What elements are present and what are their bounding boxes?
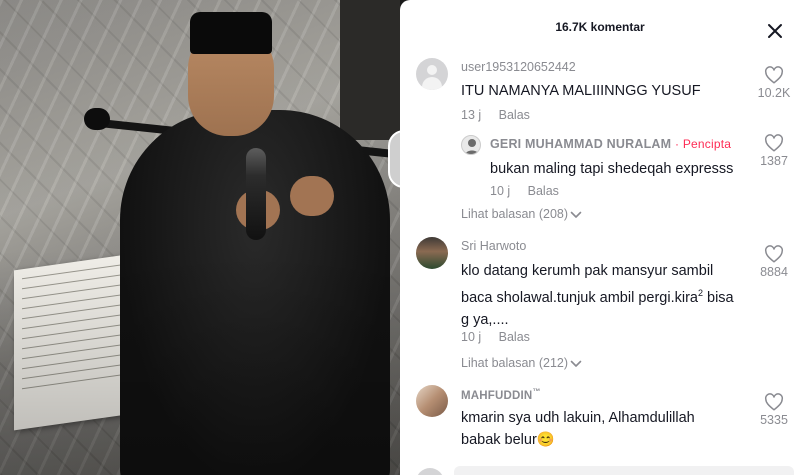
- mic-stand-head: [84, 108, 110, 130]
- creator-avatar-icon: [465, 139, 479, 154]
- like-button[interactable]: 1387: [752, 134, 796, 168]
- comment-text: klo datang kerumh pak mansyur sambil bac…: [461, 260, 761, 331]
- comment-text-line: baca sholawal.tunjuk ambil pergi.kira2 b…: [461, 282, 761, 309]
- like-count: 5335: [760, 413, 788, 427]
- comment-username[interactable]: Sri Harwoto: [461, 239, 526, 253]
- comments-header: 16.7K komentar: [400, 0, 800, 50]
- avatar[interactable]: [416, 237, 448, 269]
- view-replies-button[interactable]: Lihat balasan (212): [461, 356, 582, 370]
- comment-meta: 13 j Balas: [461, 108, 530, 122]
- view-replies-label: Lihat balasan (208): [461, 207, 569, 221]
- reply-username-text[interactable]: GERI MUHAMMAD NURALAM: [490, 137, 671, 151]
- add-comment-input[interactable]: [454, 466, 794, 475]
- comment-text: ITU NAMANYA MALIIINNGG YUSUF: [461, 83, 701, 99]
- comment-meta: 10 j Balas: [461, 330, 530, 344]
- trademark-mark: ™: [532, 387, 541, 396]
- like-count: 8884: [760, 265, 788, 279]
- like-count: 1387: [760, 154, 788, 168]
- shadow-overlay: [0, 250, 400, 475]
- comment-text-part: babak belur: [461, 432, 537, 448]
- comment-text-line: babak belur😊: [461, 429, 761, 451]
- avatar[interactable]: [416, 58, 448, 90]
- comments-panel: 16.7K komentar user1953120652442 ITU NAM…: [400, 0, 800, 475]
- like-count: 10.2K: [757, 86, 791, 100]
- chevron-down-icon: [570, 211, 582, 218]
- heart-outline-icon: [765, 134, 783, 152]
- background-panel: [340, 0, 400, 140]
- reply-time: 10 j: [490, 184, 511, 198]
- creator-separator: ·: [674, 137, 680, 151]
- video-player[interactable]: [0, 0, 400, 475]
- speaker-hand-right: [290, 176, 334, 216]
- close-icon: [768, 24, 782, 38]
- like-button[interactable]: 10.2K: [752, 66, 796, 100]
- like-button[interactable]: 5335: [752, 393, 796, 427]
- heart-outline-icon: [765, 66, 783, 84]
- chevron-down-icon: [570, 360, 582, 367]
- creator-avatar-edge[interactable]: [388, 130, 400, 188]
- close-button[interactable]: [766, 22, 784, 40]
- reply-username[interactable]: GERI MUHAMMAD NURALAM · Pencipta: [490, 137, 731, 151]
- like-button[interactable]: 8884: [752, 245, 796, 279]
- avatar[interactable]: [416, 385, 448, 417]
- comment-text-part: baca sholawal.tunjuk ambil pergi.kira: [461, 289, 698, 306]
- comment-text-part: bisa: [702, 289, 734, 306]
- comment-time: 13 j: [461, 108, 482, 122]
- reply-button[interactable]: Balas: [499, 108, 530, 122]
- comment-count: 16.7K komentar: [555, 20, 645, 34]
- view-replies-button[interactable]: Lihat balasan (208): [461, 207, 582, 221]
- add-comment-bar: [400, 462, 800, 475]
- comment-text-line: klo datang kerumh pak mansyur sambil: [461, 263, 714, 279]
- reply-avatar[interactable]: [461, 135, 481, 155]
- smile-emoji: 😊: [536, 432, 555, 448]
- speaker-cap: [190, 12, 272, 54]
- reply-button[interactable]: Balas: [528, 184, 559, 198]
- my-avatar: [416, 468, 444, 475]
- comment-username[interactable]: MAHFUDDIN™: [461, 387, 541, 402]
- reply-text: bukan maling tapi shedeqah expresss: [490, 161, 734, 177]
- heart-outline-icon: [765, 245, 783, 263]
- handheld-mic: [246, 148, 266, 240]
- comment-text-line: kmarin sya udh lakuin, Alhamdulillah: [461, 410, 695, 426]
- reply-meta: 10 j Balas: [490, 184, 559, 198]
- comment-text-line: g ya,....: [461, 311, 509, 328]
- creator-badge: Pencipta: [682, 137, 732, 151]
- comment-time: 10 j: [461, 330, 482, 344]
- comment-username[interactable]: user1953120652442: [461, 60, 576, 74]
- comment-username-text[interactable]: MAHFUDDIN: [461, 390, 532, 402]
- heart-outline-icon: [765, 393, 783, 411]
- comment-text: kmarin sya udh lakuin, Alhamdulillah bab…: [461, 407, 761, 451]
- reply-button[interactable]: Balas: [499, 330, 530, 344]
- view-replies-label: Lihat balasan (212): [461, 356, 569, 370]
